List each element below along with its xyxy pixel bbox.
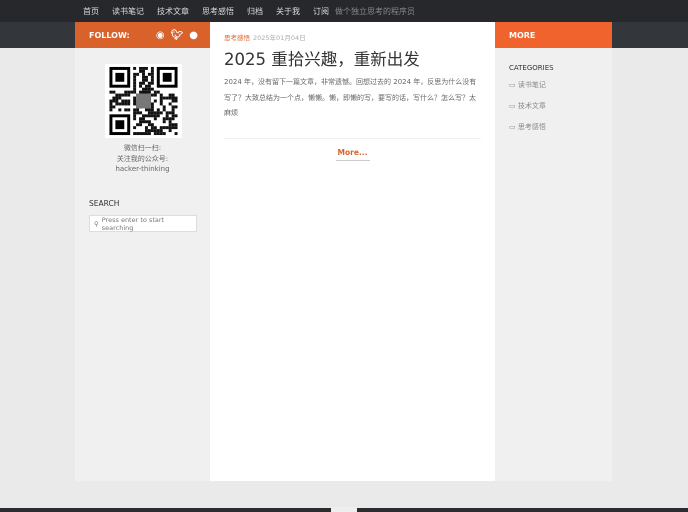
- more-header: MORE: [495, 22, 612, 48]
- category-label: 读书笔记: [517, 81, 546, 89]
- search-icon: ⚲: [94, 219, 99, 228]
- divider: [224, 137, 481, 139]
- nav-home[interactable]: 首页: [83, 6, 99, 17]
- category-link[interactable]: ▭ 技术文章: [509, 101, 612, 114]
- qr-code-image: [105, 64, 182, 138]
- more-link[interactable]: More...: [335, 148, 370, 161]
- follow-label: FOLLOW:: [89, 30, 130, 40]
- site-tagline: 做个独立思考的程序员: [335, 6, 415, 16]
- search-title: SEARCH: [89, 199, 120, 208]
- nav-archive[interactable]: 归档: [247, 6, 263, 17]
- category-link[interactable]: ▭ 思考感悟: [509, 122, 612, 135]
- nav-thoughts[interactable]: 思考感悟: [202, 6, 234, 17]
- left-sidebar: FOLLOW: ◉ 🐦︎ ● 微信扫一扫: 关注我的公众号: hacker-th…: [75, 22, 210, 481]
- nav-tech-articles[interactable]: 技术文章: [157, 6, 189, 17]
- qr-caption-2: 关注我的公众号:: [116, 155, 169, 163]
- category-label: 思考感悟: [517, 123, 546, 131]
- post-excerpt: 2024 年，没有留下一篇文章，非常遗憾。回想过去的 2024 年，反思为什么没…: [224, 78, 477, 117]
- folder-icon: ▭: [509, 81, 518, 89]
- post-category[interactable]: 思考感悟: [224, 34, 250, 42]
- folder-icon: ▭: [509, 102, 518, 110]
- follow-header: FOLLOW: ◉ 🐦︎ ●: [75, 22, 210, 48]
- github-icon[interactable]: ●: [189, 30, 198, 41]
- nav-about[interactable]: 关于我: [276, 6, 300, 17]
- top-nav: 首页 读书笔记 技术文章 思考感悟 归档 关于我 订阅 做个独立思考的程序员: [0, 0, 688, 22]
- post-title[interactable]: 2025 重拾兴趣，重新出发: [224, 46, 481, 70]
- back-to-top-button[interactable]: [331, 507, 357, 512]
- main-content: 思考感悟 2025年01月04日 2025 重拾兴趣，重新出发 2024 年，没有…: [210, 22, 495, 481]
- qr-caption-1: 微信扫一扫:: [123, 144, 162, 152]
- folder-icon: ▭: [509, 123, 518, 131]
- categories-title: CATEGORIES: [509, 64, 554, 72]
- category-label: 技术文章: [517, 102, 546, 110]
- weibo-icon[interactable]: ◉: [156, 30, 165, 41]
- qr-caption-3: hacker-thinking: [115, 165, 170, 173]
- right-sidebar: MORE CATEGORIES ▭ 读书笔记 ▭ 技术文章 ▭ 思考感悟: [495, 22, 612, 481]
- nav-subscribe[interactable]: 订阅: [313, 6, 329, 17]
- twitter-icon[interactable]: 🐦︎: [171, 30, 184, 41]
- post-date: 2025年01月04日: [253, 34, 306, 42]
- search-input[interactable]: ⚲ Press enter to start searching: [89, 215, 197, 232]
- category-link[interactable]: ▭ 读书笔记: [509, 80, 612, 93]
- nav-reading-notes[interactable]: 读书笔记: [112, 6, 144, 17]
- post-meta: 思考感悟 2025年01月04日: [224, 32, 481, 42]
- search-placeholder: Press enter to start searching: [101, 215, 165, 232]
